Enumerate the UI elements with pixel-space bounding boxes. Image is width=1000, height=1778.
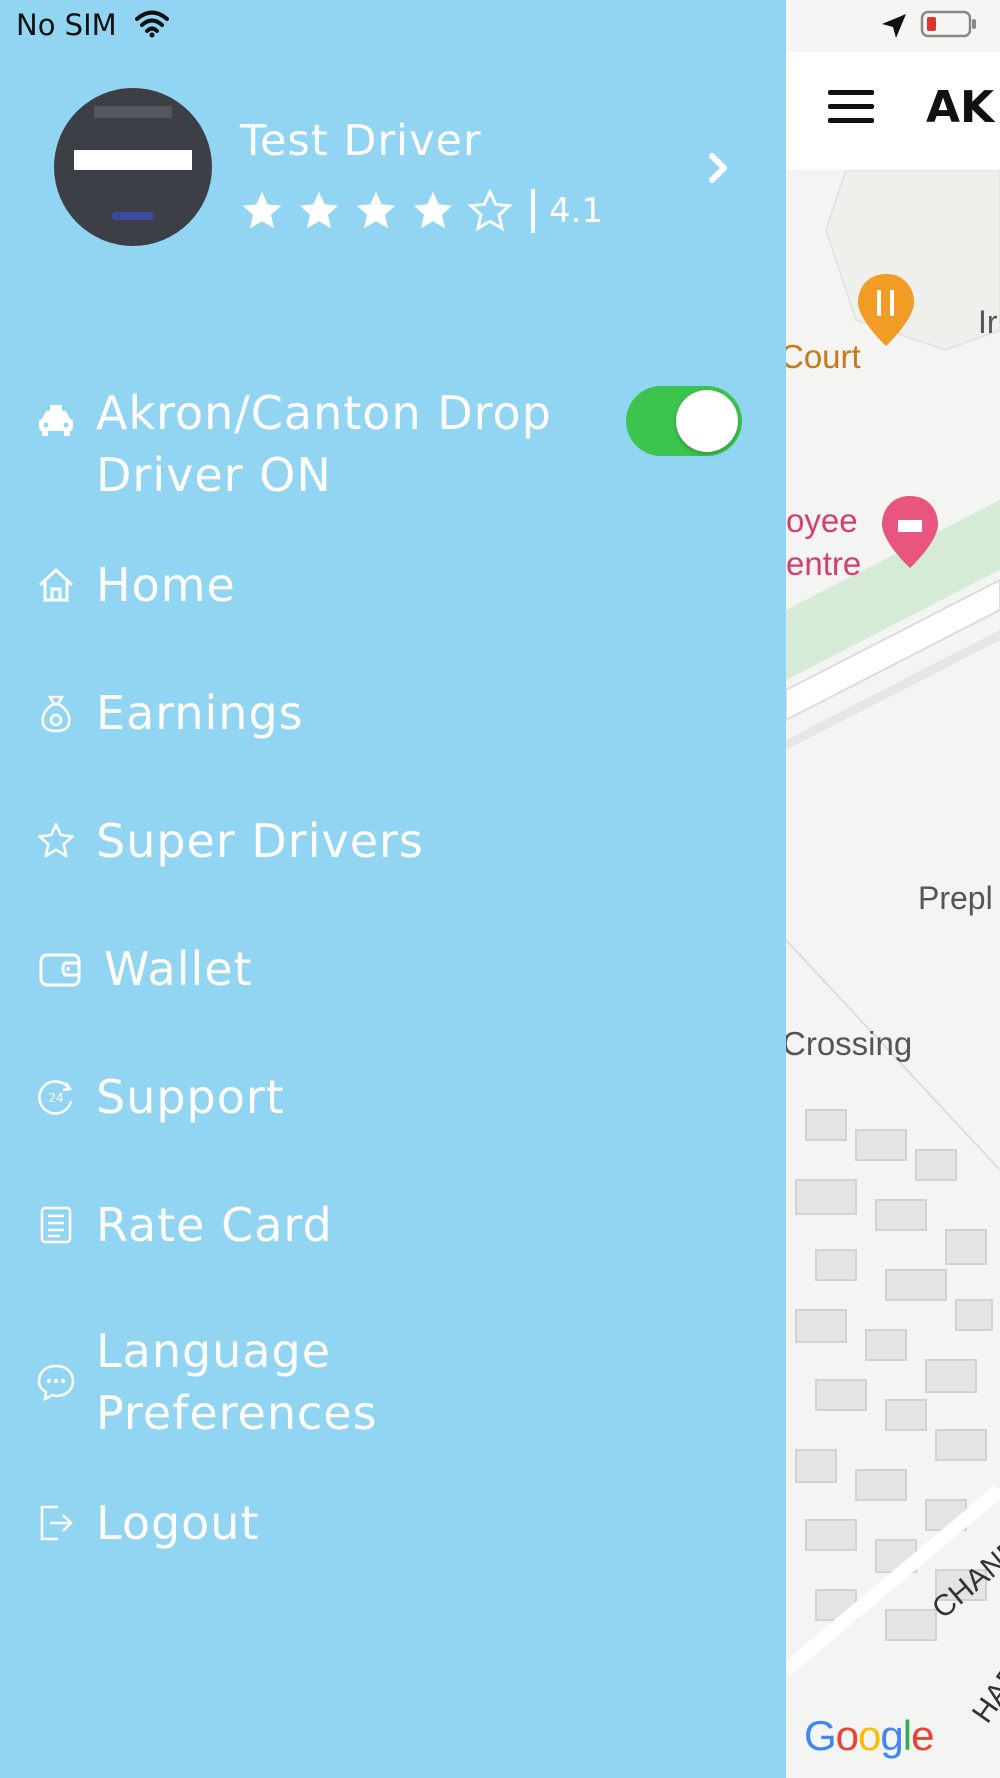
map-label-in: Ir [978, 304, 998, 340]
driver-rating: 4.1 [240, 186, 603, 236]
menu-item-earnings[interactable]: Earnings [36, 682, 304, 744]
location-arrow-icon [882, 14, 906, 38]
star-icon [38, 823, 74, 858]
toggle-knob [676, 390, 738, 452]
hamburger-menu-icon[interactable] [828, 90, 874, 126]
driver-status-toggle[interactable] [626, 386, 742, 456]
map-canvas[interactable] [786, 170, 1000, 1778]
menu-item-label: Wallet [104, 942, 253, 996]
star-filled-icon [413, 191, 453, 229]
menu-item-label: Home [96, 558, 236, 612]
driver-name[interactable]: Test Driver [240, 116, 482, 166]
menu-item-label: Support [96, 1070, 285, 1124]
menu-item-label: Rate Card [96, 1198, 333, 1252]
map-header: AK [786, 52, 1000, 171]
driver-status-item: Akron/Canton Drop Driver ON [36, 382, 596, 506]
navigation-drawer: Test Driver 4.1 Akron/Canton Drop Driver… [0, 0, 786, 1778]
menu-item-language-preferences[interactable]: Language Preferences [36, 1320, 596, 1444]
google-logo: Google [804, 1712, 934, 1760]
google-logo-letter: e [911, 1712, 934, 1759]
battery-icon [920, 10, 976, 38]
menu-item-super-drivers[interactable]: Super Drivers [36, 810, 424, 872]
menu-item-label: Language Preferences [96, 1324, 378, 1440]
menu-item-logout[interactable]: Logout [36, 1492, 260, 1554]
car-icon [39, 405, 73, 436]
money-bag-icon [41, 695, 71, 733]
menu-item-home[interactable]: Home [36, 554, 236, 616]
star-filled-icon [242, 191, 282, 229]
support-24-icon: 24 [38, 1080, 73, 1115]
wifi-icon [135, 10, 169, 38]
svg-text:24: 24 [48, 1091, 63, 1105]
menu-item-rate-card[interactable]: Rate Card [36, 1194, 333, 1256]
avatar[interactable] [54, 88, 212, 246]
chat-bubble-icon [37, 1364, 75, 1402]
menu-item-support[interactable]: 24 Support [36, 1066, 285, 1128]
document-icon [40, 1206, 72, 1244]
map-label-oyee: oyee [786, 502, 858, 539]
carrier-label: No SIM [16, 8, 117, 42]
rating-divider [531, 189, 535, 233]
wallet-icon [39, 953, 81, 987]
google-logo-letter: g [880, 1712, 903, 1759]
map-view[interactable]: AK Court Ir oyee entre Prepl Crossing HA… [786, 0, 1000, 1778]
chevron-right-icon[interactable] [706, 150, 732, 186]
map-label-entre: entre [786, 545, 862, 582]
home-icon [38, 568, 74, 602]
google-logo-letter: o [835, 1712, 859, 1759]
map-label-crossing: Crossing [786, 1025, 913, 1062]
menu-item-wallet[interactable]: Wallet [36, 938, 253, 1000]
menu-item-label: Logout [96, 1496, 260, 1550]
star-filled-icon [299, 191, 339, 229]
menu-item-label: Earnings [96, 686, 304, 740]
google-logo-letter: o [858, 1712, 881, 1759]
star-outline-icon [468, 189, 512, 232]
rating-value: 4.1 [549, 191, 604, 231]
google-logo-letter: l [902, 1712, 912, 1759]
google-logo-letter: G [804, 1712, 837, 1759]
map-label-court: Court [786, 338, 861, 375]
menu-item-label: Super Drivers [96, 814, 424, 868]
star-filled-icon [356, 191, 396, 229]
driver-status-label: Akron/Canton Drop Driver ON [96, 386, 552, 502]
status-bar: No SIM [0, 0, 1000, 52]
logout-icon [40, 1505, 73, 1541]
map-label-prepl: Prepl [918, 880, 993, 916]
map-header-title: AK [926, 82, 995, 133]
